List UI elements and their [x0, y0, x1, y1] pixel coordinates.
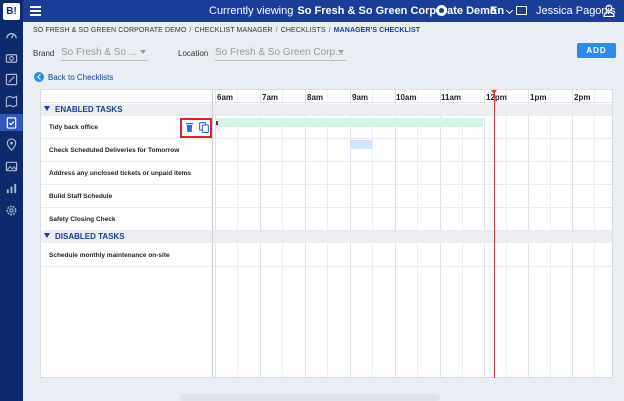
dashboard-icon[interactable]: [4, 28, 19, 43]
analytics-icon[interactable]: [4, 181, 19, 196]
breadcrumb-checklist-manager[interactable]: CHECKLIST MANAGER: [194, 27, 272, 34]
breadcrumb-current: MANAGER'S CHECKLIST: [333, 27, 421, 34]
page-footer: [180, 394, 440, 401]
brand-select[interactable]: So Fresh & So ...: [61, 47, 148, 61]
chevron-down-icon[interactable]: [505, 6, 514, 15]
camera-icon[interactable]: [4, 50, 19, 65]
checklist-schedule: 6am 7am 8am 9am 10am 11am 12pm 1pm 2pm E…: [40, 89, 613, 378]
hour-label: 7am: [262, 93, 279, 102]
current-time-line: [494, 90, 495, 378]
current-org: Currently viewing So Fresh & So Green Cor…: [209, 5, 497, 17]
task-time-bar[interactable]: [215, 118, 483, 127]
hour-label: 6am: [217, 93, 234, 102]
settings-icon[interactable]: [4, 203, 19, 218]
organization-name[interactable]: So Fresh & So Green Corporate Demo: [297, 5, 496, 17]
copy-icon[interactable]: [199, 122, 209, 133]
back-to-checklists-link[interactable]: Back to Checklists: [48, 73, 113, 82]
hour-label: 12pm: [486, 93, 507, 102]
task-time-bar[interactable]: [350, 140, 372, 149]
language-select[interactable]: En: [490, 5, 504, 17]
map-icon[interactable]: [4, 94, 19, 109]
hour-label: 8am: [307, 93, 324, 102]
breadcrumb-checklists[interactable]: CHECKLISTS: [281, 27, 326, 34]
brand-chevron-icon[interactable]: [140, 50, 146, 54]
breadcrumb-org[interactable]: SO FRESH & SO GREEN CORPORATE DEMO: [33, 27, 186, 34]
location-label: Location: [178, 49, 209, 58]
checklist-icon[interactable]: [0, 114, 23, 131]
back-arrow-icon[interactable]: [34, 72, 44, 82]
hour-label: 1pm: [530, 93, 547, 102]
hamburger-icon[interactable]: [30, 6, 41, 16]
app-logo[interactable]: B!: [3, 3, 20, 20]
brand-label: Brand: [33, 49, 55, 58]
hour-label: 2pm: [574, 93, 591, 102]
user-icon[interactable]: [603, 4, 615, 17]
edit-icon[interactable]: [4, 72, 19, 87]
breadcrumb: SO FRESH & SO GREEN CORPORATE DEMO / CHECK…: [33, 27, 421, 34]
location-icon[interactable]: [4, 137, 19, 152]
current-time-marker-icon: [491, 90, 497, 94]
location-select[interactable]: So Fresh & So Green Corp...: [215, 47, 346, 61]
hour-label: 11am: [441, 93, 462, 102]
top-bar: Currently viewing So Fresh & So Green Cor…: [23, 0, 624, 22]
trash-icon[interactable]: [186, 123, 193, 132]
org-switch-icon[interactable]: [436, 5, 447, 16]
add-button[interactable]: ADD: [577, 43, 616, 58]
task-start-marker: [216, 121, 218, 125]
image-icon[interactable]: [4, 159, 19, 174]
hour-label: 9am: [352, 93, 369, 102]
viewing-label: Currently viewing: [209, 5, 294, 17]
location-chevron-icon[interactable]: [338, 50, 344, 54]
hour-label: 10am: [396, 93, 417, 102]
chat-icon[interactable]: [516, 6, 527, 15]
side-nav: B!: [0, 0, 23, 401]
